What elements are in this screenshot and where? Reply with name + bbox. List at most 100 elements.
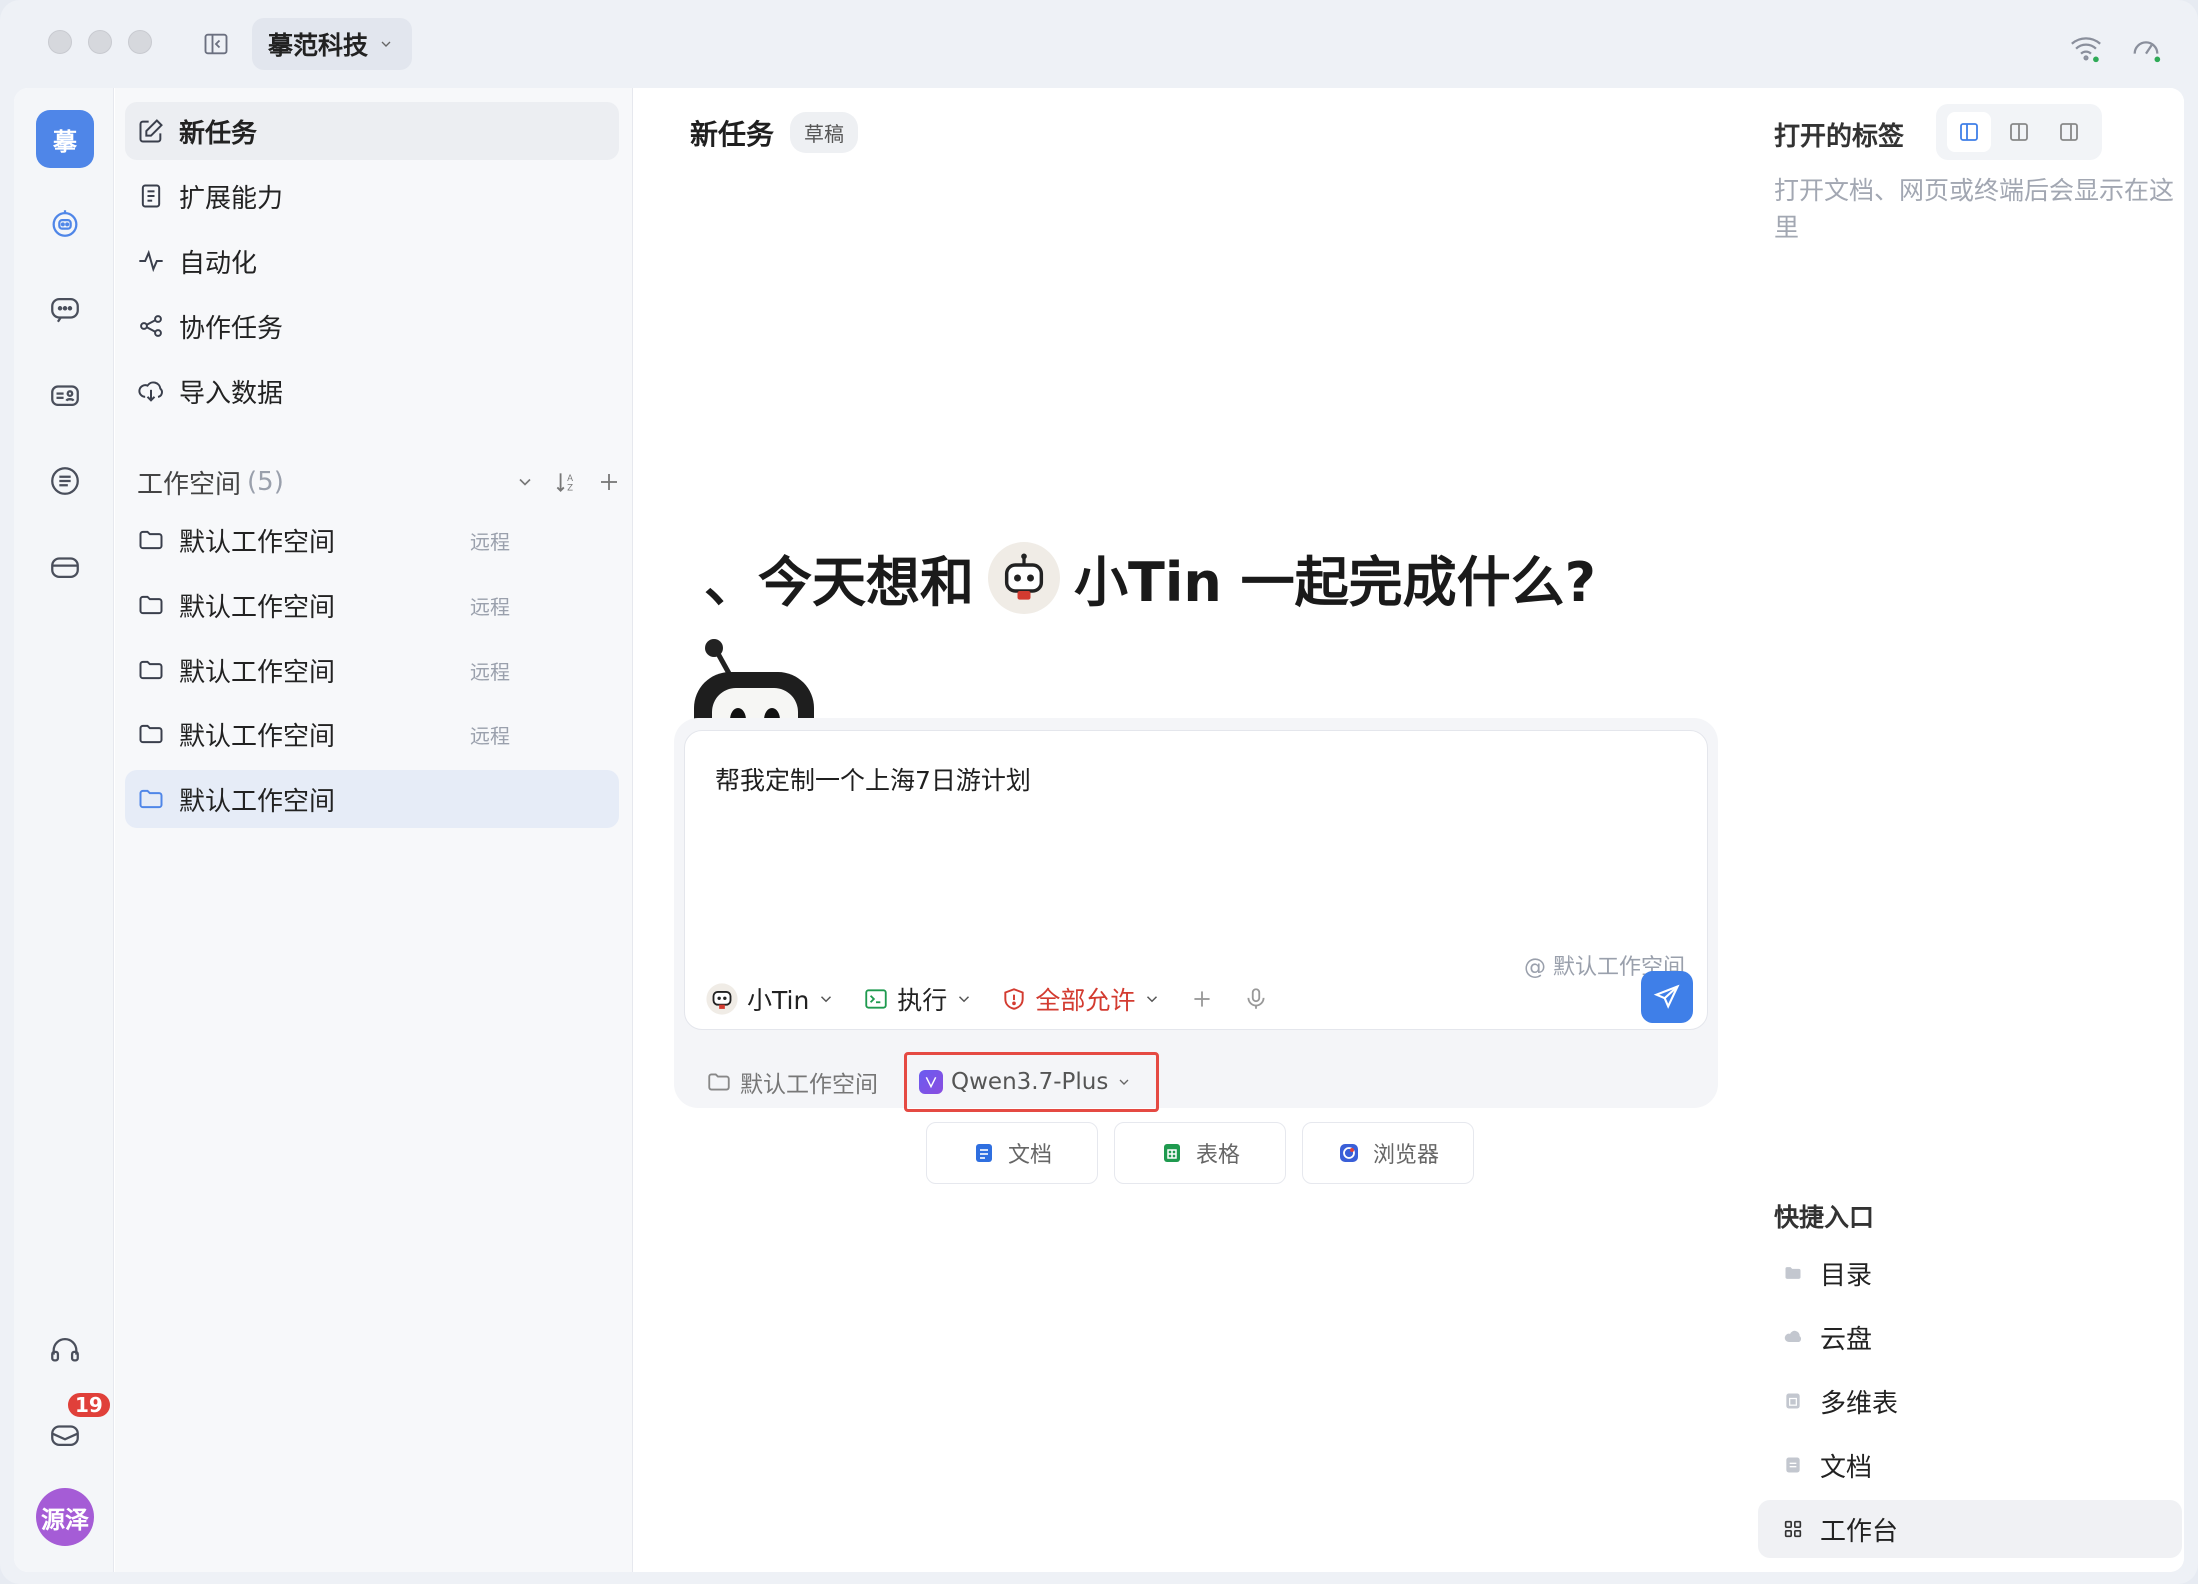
cloud-icon	[1782, 1326, 1804, 1348]
nav-label: 新任务	[179, 118, 258, 149]
app-window: 摹范科技 摹 19 源泽 新任务 扩展能力 自动化 协作任务 导入数据 工作空间…	[0, 0, 2198, 1584]
speed-gauge-icon[interactable]	[2126, 28, 2166, 68]
quick-item-directory[interactable]: 目录	[1758, 1244, 2182, 1302]
zoom-window-button[interactable]	[128, 30, 152, 54]
user-avatar[interactable]: 源泽	[36, 1488, 94, 1546]
toggle-sidebar-icon[interactable]	[200, 28, 232, 60]
quick-create-chips: 文档 表格 浏览器	[926, 1122, 1474, 1184]
spreadsheet-icon	[1163, 1144, 1180, 1162]
folder-drive-icon[interactable]	[36, 538, 94, 596]
minimize-window-button[interactable]	[88, 30, 112, 54]
chip-document[interactable]: 文档	[926, 1122, 1098, 1184]
workspace-selector[interactable]: 默认工作空间	[706, 1065, 878, 1099]
hero-greeting: 、今天想和 小Tin 一起完成什么?	[704, 538, 1596, 617]
folder-icon	[139, 660, 163, 680]
chat-icon[interactable]	[36, 280, 94, 338]
document-icon	[975, 1144, 992, 1162]
close-window-button[interactable]	[48, 30, 72, 54]
quick-item-cloud-drive[interactable]: 云盘	[1758, 1308, 2182, 1366]
quick-item-document[interactable]: 文档	[1758, 1436, 2182, 1494]
layout-right-panel-icon[interactable]	[2047, 112, 2091, 152]
page-title: 新任务	[690, 117, 775, 151]
robot-avatar-icon	[988, 541, 1060, 614]
notes-icon[interactable]	[36, 452, 94, 510]
workspace-item[interactable]: 默认工作空间 远程	[125, 511, 619, 569]
right-panel: 打开的标签 打开文档、网页或终端后会显示在这里 快捷入口 目录 云盘 多维表 文…	[1744, 88, 2184, 1572]
hero-prefix: 、今天想和	[704, 551, 974, 614]
workspace-item-active[interactable]: 默认工作空间	[125, 770, 619, 828]
organization-name: 摹范科技	[268, 31, 369, 60]
quick-item-label: 云盘	[1820, 1324, 1873, 1355]
cloud-download-icon	[138, 381, 163, 402]
workspace-label: 默认工作空间	[179, 721, 336, 752]
prompt-input[interactable]: 帮我定制一个上海7日游计划	[715, 761, 1031, 797]
model-selector[interactable]: Qwen3.7-Plus	[904, 1052, 1160, 1112]
composer-footer: 默认工作空间 Qwen3.7-Plus	[706, 1052, 1160, 1112]
agent-selector[interactable]: 小Tin	[705, 981, 835, 1017]
folder-icon	[139, 530, 163, 550]
nav-extensions[interactable]: 扩展能力	[125, 167, 619, 225]
nav-import-data[interactable]: 导入数据	[125, 362, 619, 420]
folder-icon	[708, 1073, 730, 1091]
sort-icon[interactable]: AZ	[553, 469, 579, 495]
svg-text:A: A	[567, 474, 573, 484]
workspace-count: (5)	[247, 467, 284, 497]
add-attachment-icon[interactable]	[1189, 986, 1215, 1012]
folder-icon	[139, 724, 163, 744]
chip-spreadsheet[interactable]: 表格	[1114, 1122, 1286, 1184]
quick-item-label: 工作台	[1820, 1516, 1899, 1547]
open-tabs-title: 打开的标签	[1774, 122, 1905, 152]
send-button[interactable]	[1641, 971, 1693, 1023]
nav-label: 导入数据	[179, 378, 284, 409]
quick-item-multi-table[interactable]: 多维表	[1758, 1372, 2182, 1430]
draft-badge: 草稿	[790, 112, 859, 153]
headset-support-icon[interactable]	[36, 1320, 94, 1378]
footer-workspace-label: 默认工作空间	[740, 1072, 878, 1098]
nav-collab-tasks[interactable]: 协作任务	[125, 297, 619, 355]
nav-new-task[interactable]: 新任务	[125, 102, 619, 160]
quick-item-workbench[interactable]: 工作台	[1758, 1500, 2182, 1558]
prompt-composer[interactable]: 帮我定制一个上海7日游计划 @ 默认工作空间 小Tin 执行 全部允许	[684, 730, 1708, 1030]
share-nodes-icon	[140, 315, 162, 337]
chevron-down-icon	[959, 996, 970, 1003]
workspace-item[interactable]: 默认工作空间 远程	[125, 576, 619, 634]
svg-text:Z: Z	[567, 484, 573, 494]
wifi-icon[interactable]	[2066, 28, 2106, 68]
workspace-item[interactable]: 默认工作空间 远程	[125, 705, 619, 763]
microphone-icon[interactable]	[1243, 986, 1269, 1012]
organization-switcher[interactable]: 摹范科技	[252, 18, 413, 70]
layout-split-icon[interactable]	[1997, 112, 2041, 152]
workspace-item[interactable]: 默认工作空间 远程	[125, 641, 619, 699]
chevron-down-icon[interactable]	[515, 472, 535, 492]
chip-browser[interactable]: 浏览器	[1302, 1122, 1474, 1184]
mode-selector[interactable]: 执行	[863, 981, 973, 1017]
robot-icon[interactable]	[36, 194, 94, 252]
send-icon	[1653, 984, 1680, 1009]
layout-switcher	[1936, 104, 2102, 160]
model-logo-icon	[919, 1070, 943, 1094]
folder-icon	[139, 789, 163, 809]
nav-automation[interactable]: 自动化	[125, 232, 619, 290]
composer-container: 帮我定制一个上海7日游计划 @ 默认工作空间 小Tin 执行 全部允许 默认工作…	[674, 718, 1718, 1112]
model-label: Qwen3.7-Plus	[951, 1069, 1109, 1095]
robot-avatar-icon	[706, 983, 738, 1015]
nav-label: 自动化	[179, 248, 258, 279]
workspace-section-header: 工作空间 (5) AZ	[137, 460, 621, 504]
quick-access-title: 快捷入口	[1774, 1203, 1875, 1232]
workspace-label: 默认工作空间	[179, 786, 336, 817]
layout-left-panel-icon[interactable]	[1947, 112, 1991, 152]
nav-label: 协作任务	[179, 313, 284, 344]
notification-badge: 19	[66, 1391, 112, 1419]
chevron-down-icon	[381, 41, 391, 47]
folder-icon	[1782, 1262, 1804, 1284]
workspace-label: 默认工作空间	[179, 527, 336, 558]
permission-selector[interactable]: 全部允许	[1001, 981, 1161, 1017]
workspace-label: 默认工作空间	[179, 657, 336, 688]
browser-icon	[1339, 1144, 1358, 1162]
app-logo[interactable]: 摹	[36, 110, 94, 168]
add-workspace-icon[interactable]	[597, 470, 621, 494]
chevron-down-icon	[821, 996, 832, 1003]
document-list-icon	[141, 184, 161, 208]
sidebar: 新任务 扩展能力 自动化 协作任务 导入数据 工作空间 (5) A Z 默认工作…	[115, 88, 633, 1572]
contacts-card-icon[interactable]	[36, 366, 94, 424]
